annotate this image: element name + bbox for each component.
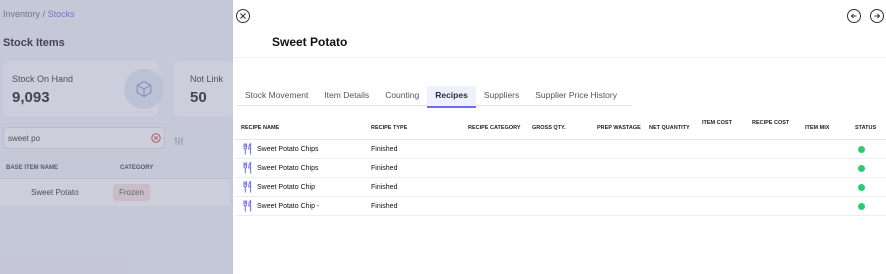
table-header: RECIPE NAME RECIPE TYPE RECIPE CATEGORY … [235, 118, 886, 140]
column-header-item-cost[interactable]: ITEM COST [702, 120, 732, 126]
recipe-name: Sweet Potato Chips [257, 146, 319, 153]
recipe-name: Sweet Potato Chip [257, 184, 315, 191]
tab-bar: Stock Movement Item Details Counting Rec… [237, 86, 631, 108]
table-row[interactable]: Sweet Potato Chips Finished [235, 159, 886, 178]
utensils-icon [243, 180, 253, 195]
table-row[interactable]: Sweet Potato Chip - Finished [235, 197, 886, 216]
recipe-type: Finished [371, 146, 398, 153]
recipe-type: Finished [371, 203, 398, 210]
column-header-item-mix[interactable]: ITEM MIX [805, 125, 829, 131]
utensils-icon [243, 142, 253, 157]
tab-item-details[interactable]: Item Details [316, 86, 377, 106]
recipe-type: Finished [371, 184, 398, 191]
status-indicator [858, 146, 865, 153]
recipe-name: Sweet Potato Chips [257, 165, 319, 172]
recipe-type: Finished [371, 165, 398, 172]
divider [233, 57, 886, 58]
item-title: Sweet Potato [272, 35, 348, 49]
tab-counting[interactable]: Counting [377, 86, 427, 106]
column-header-recipe-cost[interactable]: RECIPE COST [752, 120, 789, 126]
table-row[interactable]: Sweet Potato Chips Finished [235, 140, 886, 159]
status-indicator [858, 203, 865, 210]
utensils-icon [243, 161, 253, 176]
status-indicator [858, 165, 865, 172]
recipe-name: Sweet Potato Chip - [257, 203, 320, 210]
column-header-recipe-category[interactable]: RECIPE CATEGORY [468, 125, 521, 131]
tab-suppliers[interactable]: Suppliers [476, 86, 527, 106]
recipes-table: RECIPE NAME RECIPE TYPE RECIPE CATEGORY … [235, 118, 886, 216]
column-header-prep-wastage[interactable]: PREP WASTAGE [597, 125, 641, 131]
tab-stock-movement[interactable]: Stock Movement [237, 86, 316, 106]
column-header-net-quantity[interactable]: NET QUANTITY [649, 125, 690, 131]
column-header-status[interactable]: STATUS [855, 125, 876, 131]
item-detail-drawer: Sweet Potato Stock Movement Item Details… [233, 0, 886, 274]
arrow-left-icon[interactable] [847, 9, 861, 23]
column-header-gross-qty[interactable]: GROSS QTY. [532, 125, 566, 131]
column-header-recipe-type[interactable]: RECIPE TYPE [371, 125, 407, 131]
table-row[interactable]: Sweet Potato Chip Finished [235, 178, 886, 197]
tab-supplier-price-history[interactable]: Supplier Price History [527, 86, 625, 106]
utensils-icon [243, 199, 253, 214]
arrow-right-icon[interactable] [870, 9, 884, 23]
tab-recipes[interactable]: Recipes [427, 86, 476, 108]
close-icon[interactable] [236, 9, 250, 23]
column-header-recipe-name[interactable]: RECIPE NAME [241, 125, 279, 131]
modal-overlay[interactable] [0, 0, 233, 274]
status-indicator [858, 184, 865, 191]
